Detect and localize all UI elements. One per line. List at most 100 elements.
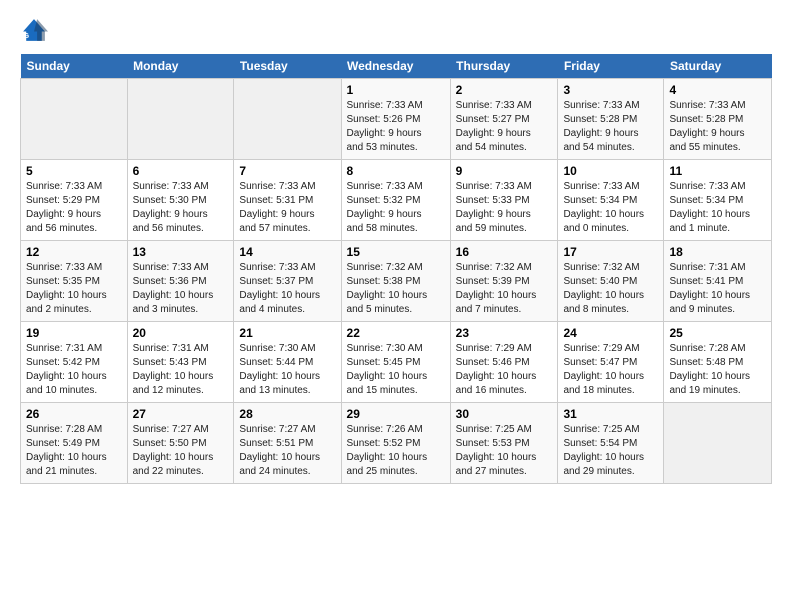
day-number: 8 (347, 164, 445, 178)
day-info: Sunrise: 7:33 AM Sunset: 5:33 PM Dayligh… (456, 180, 553, 236)
day-info: Sunrise: 7:30 AM Sunset: 5:45 PM Dayligh… (347, 342, 445, 398)
day-number: 20 (133, 326, 229, 340)
day-info: Sunrise: 7:33 AM Sunset: 5:28 PM Dayligh… (563, 99, 658, 155)
calendar-cell: 21Sunrise: 7:30 AM Sunset: 5:44 PM Dayli… (234, 322, 341, 403)
svg-text:G: G (23, 31, 29, 40)
calendar-cell: 31 Sunrise: 7:25 AM Sunset: 5:54 PM Dayli… (558, 403, 664, 484)
day-number: 1 (347, 83, 445, 97)
calendar-cell: 27 Sunrise: 7:27 AM Sunset: 5:50 PM Dayli… (127, 403, 234, 484)
day-info: Sunrise: 7:33 AM Sunset: 5:27 PM Dayligh… (456, 99, 553, 155)
calendar-cell: 22 Sunrise: 7:30 AM Sunset: 5:45 PM Dayli… (341, 322, 450, 403)
day-info: Sunrise: 7:31 AM Sunset: 5:41 PM Dayligh… (669, 261, 766, 317)
calendar-cell: 2 Sunrise: 7:33 AM Sunset: 5:27 PM Daylig… (450, 79, 558, 160)
day-number: 6 (133, 164, 229, 178)
week-row-1: 1 Sunrise: 7:33 AM Sunset: 5:26 PM Daylig… (21, 79, 772, 160)
weekday-header-thursday: Thursday (450, 54, 558, 79)
day-number: 30 (456, 407, 553, 421)
day-info: Sunrise: 7:33 AM Sunset: 5:28 PM Dayligh… (669, 99, 766, 155)
day-info: Sunrise: 7:28 AM Sunset: 5:48 PM Dayligh… (669, 342, 766, 398)
day-info: Sunrise: 7:33 AM Sunset: 5:34 PM Dayligh… (669, 180, 766, 236)
calendar-cell: 15 Sunrise: 7:32 AM Sunset: 5:38 PM Dayli… (341, 241, 450, 322)
calendar-table: SundayMondayTuesdayWednesdayThursdayFrid… (20, 54, 772, 484)
day-number: 23 (456, 326, 553, 340)
day-info: Sunrise: 7:25 AM Sunset: 5:53 PM Dayligh… (456, 423, 553, 479)
day-number: 10 (563, 164, 658, 178)
day-info: Sunrise: 7:33 AM Sunset: 5:37 PM Dayligh… (239, 261, 335, 317)
weekday-header-row: SundayMondayTuesdayWednesdayThursdayFrid… (21, 54, 772, 79)
calendar-cell: 3 Sunrise: 7:33 AM Sunset: 5:28 PM Daylig… (558, 79, 664, 160)
day-number: 31 (563, 407, 658, 421)
day-number: 19 (26, 326, 122, 340)
day-number: 26 (26, 407, 122, 421)
week-row-5: 26Sunrise: 7:28 AM Sunset: 5:49 PM Dayli… (21, 403, 772, 484)
day-number: 24 (563, 326, 658, 340)
calendar-cell: 25 Sunrise: 7:28 AM Sunset: 5:48 PM Dayli… (664, 322, 772, 403)
day-info: Sunrise: 7:33 AM Sunset: 5:32 PM Dayligh… (347, 180, 445, 236)
weekday-header-tuesday: Tuesday (234, 54, 341, 79)
logo: G (20, 16, 52, 44)
calendar-cell (127, 79, 234, 160)
calendar-cell: 24 Sunrise: 7:29 AM Sunset: 5:47 PM Dayli… (558, 322, 664, 403)
calendar-cell (664, 403, 772, 484)
calendar-cell: 1 Sunrise: 7:33 AM Sunset: 5:26 PM Daylig… (341, 79, 450, 160)
day-number: 9 (456, 164, 553, 178)
day-info: Sunrise: 7:25 AM Sunset: 5:54 PM Dayligh… (563, 423, 658, 479)
day-number: 25 (669, 326, 766, 340)
day-info: Sunrise: 7:30 AM Sunset: 5:44 PM Dayligh… (239, 342, 335, 398)
calendar-cell: 23 Sunrise: 7:29 AM Sunset: 5:46 PM Dayli… (450, 322, 558, 403)
day-number: 17 (563, 245, 658, 259)
calendar-cell: 19 Sunrise: 7:31 AM Sunset: 5:42 PM Dayli… (21, 322, 128, 403)
day-info: Sunrise: 7:33 AM Sunset: 5:29 PM Dayligh… (26, 180, 122, 236)
calendar-cell: 8 Sunrise: 7:33 AM Sunset: 5:32 PM Daylig… (341, 160, 450, 241)
day-info: Sunrise: 7:26 AM Sunset: 5:52 PM Dayligh… (347, 423, 445, 479)
day-info: Sunrise: 7:32 AM Sunset: 5:40 PM Dayligh… (563, 261, 658, 317)
calendar-cell: 17 Sunrise: 7:32 AM Sunset: 5:40 PM Dayli… (558, 241, 664, 322)
calendar-cell (21, 79, 128, 160)
day-info: Sunrise: 7:33 AM Sunset: 5:31 PM Dayligh… (239, 180, 335, 236)
header: G (20, 16, 772, 44)
week-row-3: 12 Sunrise: 7:33 AM Sunset: 5:35 PM Dayli… (21, 241, 772, 322)
day-info: Sunrise: 7:33 AM Sunset: 5:36 PM Dayligh… (133, 261, 229, 317)
week-row-4: 19 Sunrise: 7:31 AM Sunset: 5:42 PM Dayli… (21, 322, 772, 403)
day-number: 5 (26, 164, 122, 178)
weekday-header-monday: Monday (127, 54, 234, 79)
day-number: 22 (347, 326, 445, 340)
calendar-cell: 20 Sunrise: 7:31 AM Sunset: 5:43 PM Dayli… (127, 322, 234, 403)
day-number: 3 (563, 83, 658, 97)
calendar-cell: 6 Sunrise: 7:33 AM Sunset: 5:30 PM Daylig… (127, 160, 234, 241)
day-number: 4 (669, 83, 766, 97)
day-info: Sunrise: 7:29 AM Sunset: 5:46 PM Dayligh… (456, 342, 553, 398)
calendar-cell: 7Sunrise: 7:33 AM Sunset: 5:31 PM Daylig… (234, 160, 341, 241)
weekday-header-wednesday: Wednesday (341, 54, 450, 79)
day-info: Sunrise: 7:31 AM Sunset: 5:43 PM Dayligh… (133, 342, 229, 398)
day-info: Sunrise: 7:33 AM Sunset: 5:35 PM Dayligh… (26, 261, 122, 317)
calendar-cell (234, 79, 341, 160)
day-info: Sunrise: 7:27 AM Sunset: 5:51 PM Dayligh… (239, 423, 335, 479)
calendar-cell: 26Sunrise: 7:28 AM Sunset: 5:49 PM Dayli… (21, 403, 128, 484)
calendar-cell: 16Sunrise: 7:32 AM Sunset: 5:39 PM Dayli… (450, 241, 558, 322)
day-number: 15 (347, 245, 445, 259)
day-number: 27 (133, 407, 229, 421)
day-info: Sunrise: 7:29 AM Sunset: 5:47 PM Dayligh… (563, 342, 658, 398)
day-number: 2 (456, 83, 553, 97)
calendar-cell: 28 Sunrise: 7:27 AM Sunset: 5:51 PM Dayli… (234, 403, 341, 484)
day-number: 12 (26, 245, 122, 259)
calendar-cell: 30 Sunrise: 7:25 AM Sunset: 5:53 PM Dayli… (450, 403, 558, 484)
logo-icon: G (20, 16, 48, 44)
day-number: 13 (133, 245, 229, 259)
day-info: Sunrise: 7:33 AM Sunset: 5:34 PM Dayligh… (563, 180, 658, 236)
calendar-cell: 11 Sunrise: 7:33 AM Sunset: 5:34 PM Dayli… (664, 160, 772, 241)
weekday-header-friday: Friday (558, 54, 664, 79)
day-info: Sunrise: 7:27 AM Sunset: 5:50 PM Dayligh… (133, 423, 229, 479)
day-number: 28 (239, 407, 335, 421)
day-info: Sunrise: 7:31 AM Sunset: 5:42 PM Dayligh… (26, 342, 122, 398)
day-info: Sunrise: 7:32 AM Sunset: 5:38 PM Dayligh… (347, 261, 445, 317)
day-info: Sunrise: 7:33 AM Sunset: 5:26 PM Dayligh… (347, 99, 445, 155)
calendar-cell: 13 Sunrise: 7:33 AM Sunset: 5:36 PM Dayli… (127, 241, 234, 322)
day-number: 18 (669, 245, 766, 259)
page: G SundayMondayTuesdayWednesdayThursdayFr… (0, 0, 792, 494)
week-row-2: 5 Sunrise: 7:33 AM Sunset: 5:29 PM Daylig… (21, 160, 772, 241)
day-number: 14 (239, 245, 335, 259)
day-number: 11 (669, 164, 766, 178)
day-info: Sunrise: 7:33 AM Sunset: 5:30 PM Dayligh… (133, 180, 229, 236)
